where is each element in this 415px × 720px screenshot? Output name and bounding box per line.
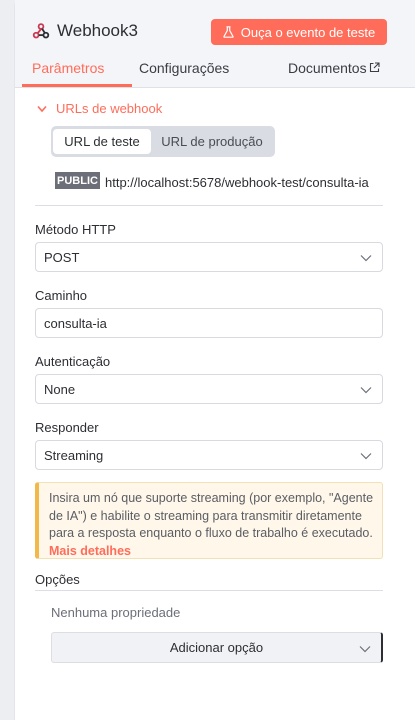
authentication-select[interactable]: None — [35, 374, 383, 404]
webhook-url[interactable]: http://localhost:5678/webhook-test/consu… — [105, 175, 369, 190]
http-method-select[interactable]: POST — [35, 242, 383, 272]
tab-docs-label: Documentos — [288, 60, 367, 76]
path-input[interactable]: consulta-ia — [35, 308, 383, 338]
tab-docs[interactable]: Documentos — [288, 60, 380, 76]
respond-value: Streaming — [44, 447, 104, 463]
tab-settings[interactable]: Configurações — [139, 60, 229, 76]
webhook-urls-label: URLs de webhook — [56, 101, 163, 116]
add-option-label: Adicionar opção — [169, 640, 264, 655]
webhook-urls-toggle[interactable]: URLs de webhook — [37, 101, 162, 116]
divider — [35, 205, 383, 206]
authentication-label: Autenticação — [35, 354, 111, 369]
production-url-option[interactable]: URL de produção — [151, 129, 273, 154]
chevron-down-icon — [360, 453, 372, 460]
listen-test-event-label: Ouça o evento de teste — [240, 24, 376, 40]
panel-header: Webhook3 Ouça o evento de teste Parâmetr… — [15, 0, 415, 88]
no-properties-text: Nenhuma propriedade — [51, 605, 181, 620]
external-link-icon — [369, 62, 380, 73]
http-method-label: Método HTTP — [35, 222, 116, 237]
method-badge: PUBLIC — [55, 172, 100, 189]
chevron-down-icon — [37, 105, 47, 112]
chevron-down-icon — [360, 255, 372, 262]
respond-select[interactable]: Streaming — [35, 440, 383, 470]
respond-label: Responder — [35, 420, 99, 435]
path-label: Caminho — [35, 288, 88, 303]
chevron-down-icon — [360, 387, 372, 394]
authentication-value: None — [44, 381, 76, 397]
path-value: consulta-ia — [44, 315, 107, 331]
options-title: Opções — [35, 572, 80, 587]
divider — [35, 590, 383, 591]
tab-parameters[interactable]: Parâmetros — [32, 60, 104, 76]
webhook-icon — [32, 23, 50, 39]
test-url-option[interactable]: URL de teste — [53, 129, 151, 154]
url-type-switch: URL de teste URL de produção — [51, 126, 275, 157]
flask-icon — [223, 26, 234, 38]
node-parameters-panel: Webhook3 Ouça o evento de teste Parâmetr… — [14, 0, 415, 720]
node-title[interactable]: Webhook3 — [57, 21, 138, 41]
streaming-notice: Insira um nó que suporte streaming (por … — [35, 482, 383, 559]
http-method-value: POST — [44, 249, 80, 265]
streaming-notice-text: Insira um nó que suporte streaming (por … — [49, 491, 374, 540]
active-tab-indicator — [22, 84, 132, 87]
more-details-link[interactable]: Mais detalhes — [49, 544, 131, 558]
listen-test-event-button[interactable]: Ouça o evento de teste — [211, 19, 387, 45]
add-option-button[interactable]: Adicionar opção — [51, 632, 383, 663]
chevron-down-icon — [359, 646, 371, 653]
